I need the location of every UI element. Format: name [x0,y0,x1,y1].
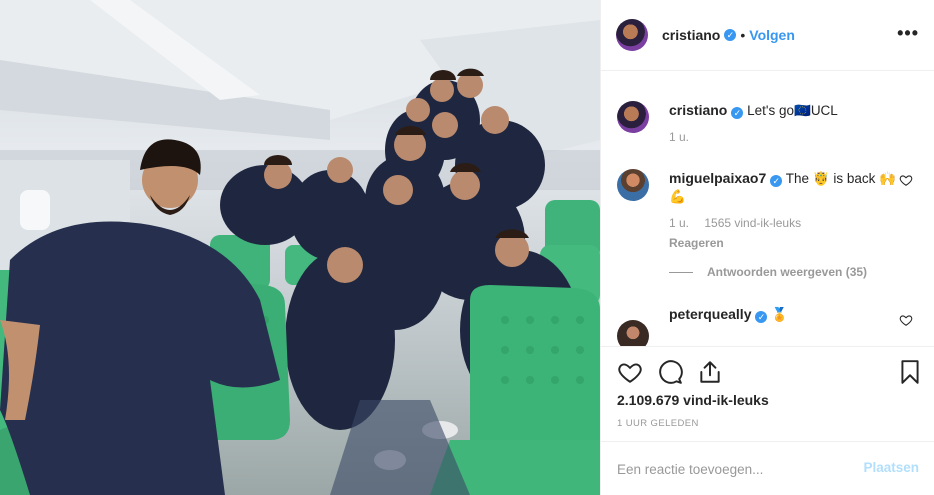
verified-badge-icon: ✓ [770,175,783,187]
post-comment-button[interactable]: Plaatsen [863,460,919,475]
flag-emoji-icon: 🇪🇺 [794,103,811,118]
post-actions: 2.109.679 vind-ik-leuks 1 UUR GELEDEN [601,346,934,441]
caption-text: Let's go🇪🇺UCL [747,103,838,118]
header-separator: • [740,27,746,43]
author-avatar[interactable] [616,19,648,51]
comment-username[interactable]: miguelpaixao7 [669,170,766,186]
replies-divider [669,271,693,273]
post-header: cristiano ✓ • Volgen ••• [601,0,934,71]
post-timestamp: 1 UUR GELEDEN [617,418,699,429]
like-heart-icon[interactable] [617,359,643,385]
caption-time[interactable]: 1 u. [669,130,689,144]
comment-body: miguelpaixao7 ✓ The 🤴 is back 🙌💪 1 u. 156… [669,169,899,252]
like-comment-heart-icon[interactable] [899,313,913,327]
commenter-avatar[interactable] [617,320,649,346]
comment-time[interactable]: 1 u. [669,216,689,230]
comment-bubble-icon[interactable] [657,359,683,385]
view-replies-label: Antwoorden weergeven (35) [707,265,868,279]
comment-input[interactable] [617,457,857,481]
commenter-avatar[interactable] [617,169,649,201]
more-options-icon[interactable]: ••• [897,23,919,44]
likes-count[interactable]: 2.109.679 vind-ik-leuks [617,392,769,408]
post-photo[interactable] [0,0,600,495]
verified-badge-icon: ✓ [731,107,744,119]
verified-badge-icon: ✓ [724,29,737,41]
post-side-panel: cristiano ✓ • Volgen ••• cristiano ✓ Let'… [600,0,934,495]
follow-button[interactable]: Volgen [749,27,795,43]
caption-avatar[interactable] [617,101,649,133]
comments-list[interactable]: cristiano ✓ Let's go🇪🇺UCL 1 u. miguelpaix… [601,71,934,346]
author-username[interactable]: cristiano [662,27,720,43]
comment-likes[interactable]: 1565 vind-ik-leuks [704,216,801,230]
like-comment-heart-icon[interactable] [899,173,913,187]
reply-button[interactable]: Reageren [669,234,899,252]
bookmark-icon[interactable] [897,359,923,385]
medal-emoji-icon: 🏅 [771,307,789,322]
comment-meta: 1 u. 1565 vind-ik-leuks [669,214,899,232]
verified-badge-icon: ✓ [755,311,768,323]
airplane-team-photo [0,0,600,495]
caption-meta: 1 u. [669,128,899,146]
comment-username[interactable]: peterqueally [669,306,751,322]
add-comment-bar: Plaatsen [601,441,934,495]
share-icon[interactable] [697,359,723,385]
instagram-post: cristiano ✓ • Volgen ••• cristiano ✓ Let'… [0,0,934,495]
caption-username[interactable]: cristiano [669,102,727,118]
view-replies-button[interactable]: Antwoorden weergeven (35) [669,265,867,279]
caption-body: cristiano ✓ Let's go🇪🇺UCL 1 u. [669,101,899,146]
comment-body: peterqueally ✓ 🏅 [669,305,899,324]
